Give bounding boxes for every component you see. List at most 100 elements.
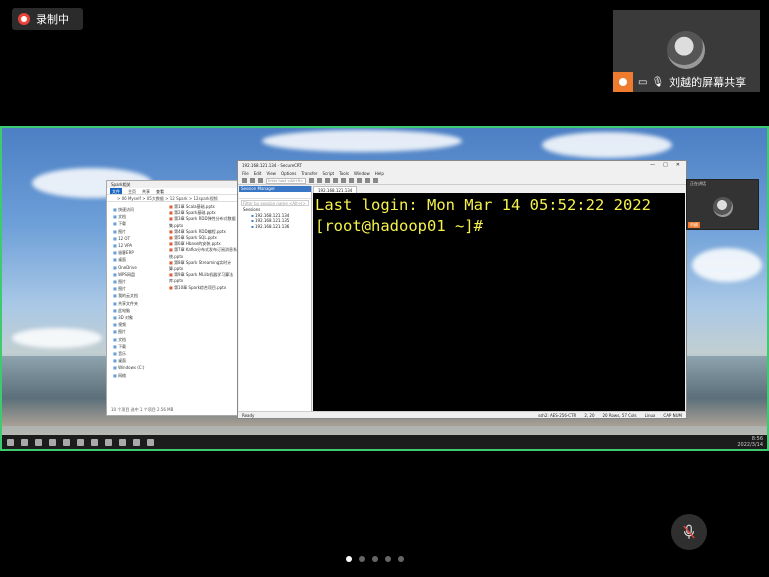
nav-item[interactable]: 网络 — [113, 372, 163, 379]
terminal-output[interactable]: Last login: Mon Mar 14 05:52:22 2022 [roo… — [313, 193, 685, 412]
find-icon[interactable] — [325, 178, 330, 183]
file-item[interactable]: 第7章 Kafka分布式发布订阅消息系统.pptx — [169, 247, 239, 259]
session-manager-toolbar[interactable] — [239, 192, 311, 199]
menu-item[interactable]: File — [242, 170, 249, 177]
terminal-tab[interactable]: 192.168.121.134 — [313, 186, 358, 193]
ribbon-tab[interactable]: 查看 — [156, 188, 164, 194]
nav-item[interactable]: 共享文件夹 — [113, 300, 163, 307]
nav-item[interactable]: 极客ERP — [113, 249, 163, 256]
securecrt-window[interactable]: 192.168.121.134 - SecureCRT — □ ✕ File E… — [237, 160, 687, 419]
screen-icon[interactable] — [373, 178, 378, 183]
status-ready: Ready — [242, 413, 255, 418]
menu-item[interactable]: Transfer — [301, 170, 317, 177]
print-icon[interactable] — [333, 178, 338, 183]
nav-item[interactable]: 12 VPA — [113, 242, 163, 249]
ribbon-tab[interactable]: 主页 — [128, 188, 136, 194]
close-icon[interactable]: ✕ — [676, 161, 680, 170]
copy-icon[interactable] — [309, 178, 314, 183]
explorer-ribbon[interactable]: 文件 主页 共享 查看 — [107, 188, 239, 195]
mute-microphone-button[interactable] — [671, 514, 707, 550]
page-dot[interactable] — [359, 556, 365, 562]
app-icon — [77, 438, 84, 446]
crt-title-bar: 192.168.121.134 - SecureCRT — □ ✕ — [238, 161, 686, 170]
nav-item[interactable]: OneDrive — [113, 264, 163, 271]
explorer-address-bar[interactable]: > 06 Myself > 05大数据 > 12 Spark > 12spark… — [107, 195, 239, 202]
sftp-icon[interactable] — [349, 178, 354, 183]
file-item[interactable]: 第10章 Spark综合项目.pptx — [169, 285, 239, 291]
session-tree[interactable]: Sessions 192.168.121.134 192.168.121.135… — [239, 207, 311, 229]
paste-icon[interactable] — [317, 178, 322, 183]
microphone-muted-icon — [683, 524, 695, 539]
terminal-line: Last login: Mon Mar 14 05:52:22 2022 — [315, 196, 651, 214]
session-item[interactable]: 192.168.121.136 — [243, 224, 311, 230]
nav-item[interactable]: 视频 — [113, 321, 163, 328]
key-icon[interactable] — [357, 178, 362, 183]
recording-indicator[interactable]: 录制中 — [12, 8, 83, 30]
session-filter-input[interactable]: Filter by session name <Alt+I> — [241, 200, 309, 206]
page-dot[interactable] — [385, 556, 391, 562]
nav-item[interactable]: 下载 — [113, 343, 163, 350]
nav-item[interactable]: 图片 — [113, 328, 163, 335]
quick-connect-icon[interactable] — [250, 178, 255, 183]
nav-item[interactable]: WPS网盘 — [113, 271, 163, 278]
nav-item[interactable]: 快速访问 — [113, 206, 163, 213]
tab-icon[interactable] — [258, 178, 263, 183]
menu-item[interactable]: Script — [322, 170, 334, 177]
nav-item[interactable]: 文档 — [113, 336, 163, 343]
nav-item[interactable]: 图片 — [113, 278, 163, 285]
taskbar-clock: 8:56 2022/3/14 — [737, 436, 763, 448]
nav-item[interactable]: 3D 对象 — [113, 314, 163, 321]
menu-item[interactable]: Tools — [339, 170, 349, 177]
file-item[interactable]: 第8章 Spark Streaming实时计算.pptx — [169, 260, 239, 272]
host-input[interactable]: Enter host <Alt+R> — [266, 177, 306, 184]
participant-name: 刘越 — [688, 222, 700, 228]
nav-item[interactable]: 图片 — [113, 228, 163, 235]
page-dot[interactable] — [346, 556, 352, 562]
wallpaper-cloud — [262, 130, 462, 152]
ribbon-tab[interactable]: 共享 — [142, 188, 150, 194]
menu-item[interactable]: View — [266, 170, 276, 177]
ribbon-tab[interactable]: 文件 — [110, 188, 122, 194]
crt-toolbar[interactable]: Enter host <Alt+R> — [238, 177, 686, 185]
nav-item[interactable]: Windows (C:) — [113, 364, 163, 371]
participant-avatar — [713, 197, 733, 217]
share-frame-corner — [0, 126, 10, 128]
speaking-label: 正在讲话 — [690, 181, 706, 186]
nav-item[interactable]: 音乐 — [113, 350, 163, 357]
session-manager-panel[interactable]: Session Manager Filter by session name <… — [239, 186, 312, 411]
menu-item[interactable]: Help — [375, 170, 384, 177]
maximize-icon[interactable]: □ — [663, 161, 668, 170]
connect-icon[interactable] — [242, 178, 247, 183]
settings-icon[interactable] — [341, 178, 346, 183]
minimize-icon[interactable]: — — [650, 161, 655, 170]
nav-item[interactable]: 图片 — [113, 285, 163, 292]
explorer-file-list[interactable]: 第1章 Scala基础.pptx 第2章 Spark基础.pptx 第3章 Sp… — [165, 202, 239, 402]
nav-item[interactable]: 下载 — [113, 220, 163, 227]
menu-item[interactable]: Edit — [254, 170, 262, 177]
nav-item[interactable]: 桌面 — [113, 256, 163, 263]
terminal-line: [root@hadoop01 ~]# — [315, 217, 483, 235]
nav-item[interactable]: 12 OT — [113, 235, 163, 242]
menu-item[interactable]: Options — [281, 170, 296, 177]
nav-item[interactable]: 文档 — [113, 213, 163, 220]
wallpaper-cloud — [12, 328, 102, 348]
help-icon[interactable] — [365, 178, 370, 183]
crt-menu-bar[interactable]: File Edit View Options Transfer Script T… — [238, 170, 686, 177]
search-icon — [21, 438, 28, 446]
share-frame-corner — [759, 126, 769, 128]
menu-item[interactable]: Window — [354, 170, 370, 177]
folder-icon — [63, 438, 70, 446]
nav-item[interactable]: 桌面 — [113, 357, 163, 364]
file-item[interactable]: 第9章 Spark MLlib机器学习算法库.pptx — [169, 272, 239, 284]
file-item[interactable]: 第3章 Spark RDD弹性分布式数据集.pptx — [169, 216, 239, 228]
page-dot[interactable] — [398, 556, 404, 562]
nav-item[interactable]: 此电脑 — [113, 307, 163, 314]
nav-item[interactable]: 我的云文档 — [113, 292, 163, 299]
page-indicator[interactable] — [346, 556, 404, 562]
shared-participant-tile: 正在讲话 刘越 — [686, 179, 759, 230]
explorer-nav-pane[interactable]: 快速访问 文档 下载 图片 12 OT 12 VPA 极客ERP 桌面 OneD… — [107, 202, 165, 402]
presenter-tile[interactable]: ▭ 🎙 刘越的屏幕共享 — [613, 10, 760, 92]
app-icon — [147, 438, 154, 446]
file-explorer-window[interactable]: Spark相关 文件 主页 共享 查看 > 06 Myself > 05大数据 … — [106, 180, 240, 416]
page-dot[interactable] — [372, 556, 378, 562]
